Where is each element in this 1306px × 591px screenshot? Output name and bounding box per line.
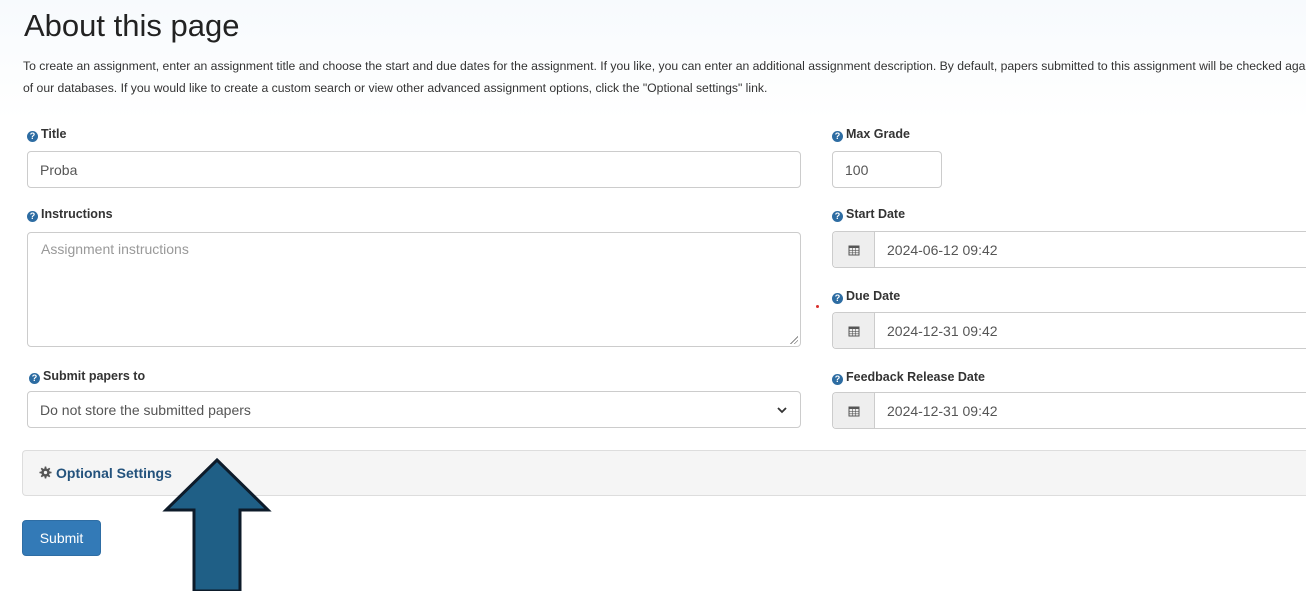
optional-settings-link[interactable]: Optional Settings [39, 465, 172, 481]
title-label-text: Title [41, 127, 67, 141]
question-circle-icon[interactable]: ? [832, 293, 843, 304]
question-circle-icon[interactable]: ? [832, 131, 843, 142]
due-date-label: ? Due Date [832, 289, 900, 304]
page-title: About this page [24, 8, 240, 43]
title-input-value: Proba [40, 161, 78, 178]
question-circle-icon[interactable]: ? [29, 373, 40, 384]
max-grade-label-text: Max Grade [846, 127, 910, 141]
feedback-release-date-value: 2024-12-31 09:42 [887, 402, 998, 419]
feedback-release-date-label-text: Feedback Release Date [846, 370, 985, 384]
gear-icon [39, 466, 52, 479]
title-input[interactable]: Proba [27, 151, 801, 188]
feedback-release-date-calendar-addon[interactable] [833, 393, 875, 428]
max-grade-value: 100 [845, 161, 869, 178]
submit-papers-to-value: Do not store the submitted papers [40, 401, 251, 418]
submit-papers-to-select[interactable]: Do not store the submitted papers [27, 391, 801, 428]
due-date-label-text: Due Date [846, 289, 901, 303]
start-date-label-text: Start Date [846, 207, 906, 221]
due-date-value: 2024-12-31 09:42 [887, 322, 998, 339]
submit-papers-to-label: ? Submit papers to [29, 369, 145, 384]
instructions-label-text: Instructions [41, 207, 113, 221]
due-date-calendar-addon[interactable] [833, 313, 875, 348]
optional-settings-label: Optional Settings [56, 465, 172, 481]
start-date-value: 2024-06-12 09:42 [887, 241, 998, 258]
instructions-placeholder: Assignment instructions [41, 241, 189, 257]
start-date-input[interactable]: 2024-06-12 09:42 [832, 231, 1306, 268]
arrow-up-annotation [162, 458, 272, 591]
calendar-icon [848, 406, 859, 416]
start-date-calendar-addon[interactable] [833, 232, 875, 267]
title-label: ? Title [27, 127, 66, 142]
calendar-icon [848, 245, 859, 255]
instructions-textarea[interactable]: Assignment instructions [27, 232, 801, 347]
instructions-label: ? Instructions [27, 207, 113, 222]
chevron-down-icon [777, 406, 787, 413]
question-circle-icon[interactable]: ? [832, 211, 843, 222]
page-description: To create an assignment, enter an assign… [23, 59, 1306, 95]
max-grade-label: ? Max Grade [832, 127, 910, 142]
submit-button[interactable]: Submit [22, 520, 101, 556]
feedback-release-date-input[interactable]: 2024-12-31 09:42 [832, 392, 1306, 429]
question-circle-icon[interactable]: ? [832, 374, 843, 385]
feedback-release-date-label: ? Feedback Release Date [832, 370, 985, 385]
start-date-label: ? Start Date [832, 207, 905, 222]
due-date-input[interactable]: 2024-12-31 09:42 [832, 312, 1306, 349]
submit-papers-to-label-text: Submit papers to [43, 369, 146, 383]
resize-grip-icon[interactable] [789, 335, 798, 344]
max-grade-input[interactable]: 100 [832, 151, 942, 188]
calendar-icon [848, 326, 859, 336]
question-circle-icon[interactable]: ? [27, 131, 38, 142]
question-circle-icon[interactable]: ? [27, 211, 38, 222]
required-marker [816, 305, 819, 308]
